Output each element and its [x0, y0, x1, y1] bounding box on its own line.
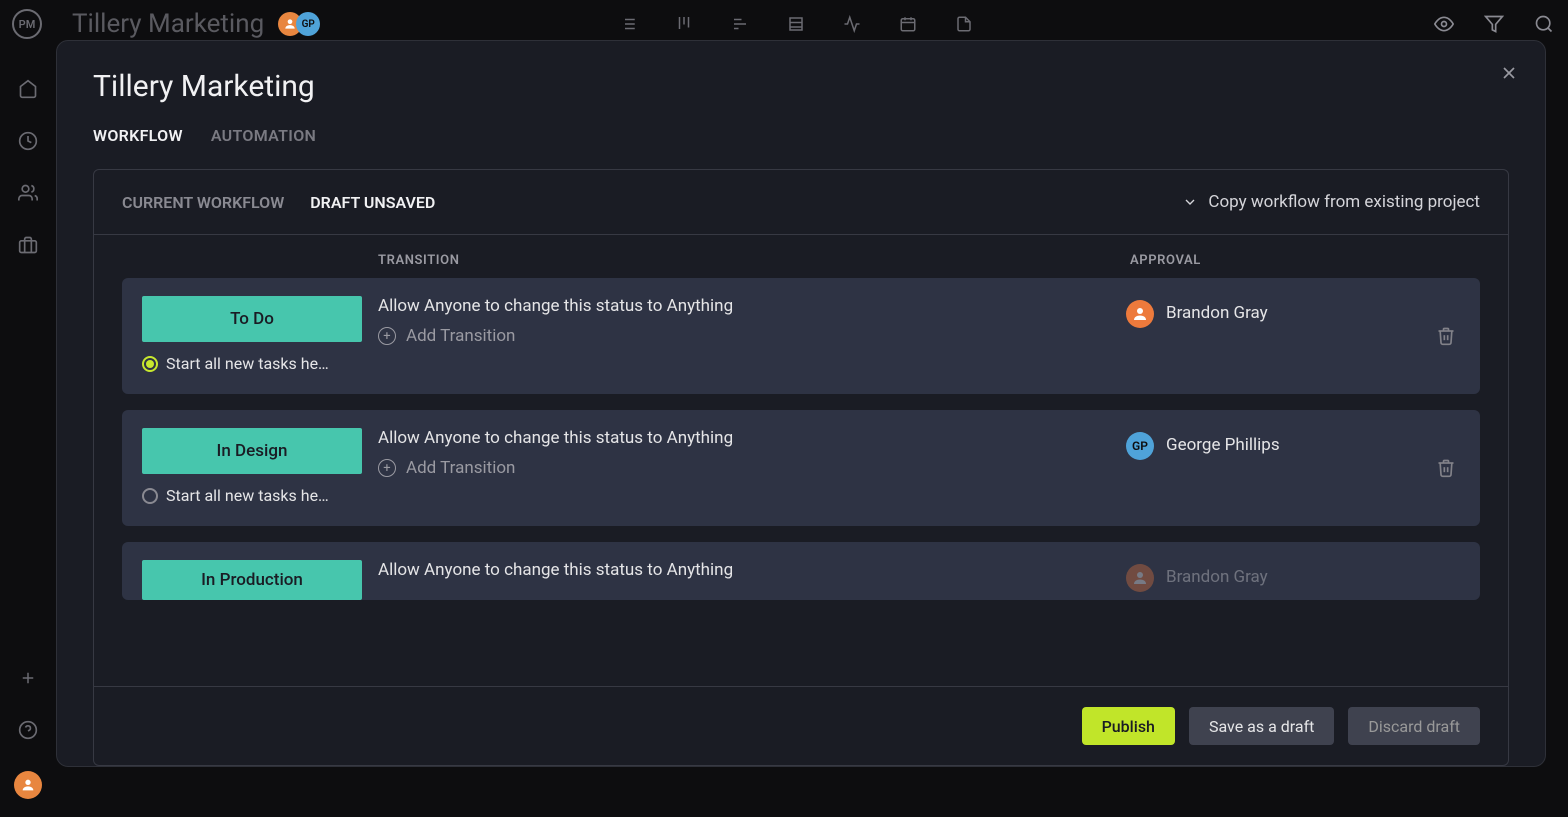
panel-header: CURRENT WORKFLOW DRAFT UNSAVED Copy work… — [94, 170, 1508, 235]
app-logo: PM — [12, 9, 42, 39]
search-icon[interactable] — [1534, 14, 1554, 34]
workflow-panel: CURRENT WORKFLOW DRAFT UNSAVED Copy work… — [93, 169, 1509, 766]
status-pill[interactable]: In Production — [142, 560, 362, 600]
tab-workflow[interactable]: WORKFLOW — [93, 126, 183, 145]
status-column: To Do Start all new tasks he… — [142, 296, 378, 376]
transition-column: Allow Anyone to change this status to An… — [378, 428, 1126, 508]
radio-label: Start all new tasks he… — [166, 354, 329, 373]
trash-icon — [1436, 326, 1456, 346]
tab-automation[interactable]: AUTOMATION — [211, 126, 316, 145]
visibility-icon[interactable] — [1434, 14, 1454, 34]
approver-name: George Phillips — [1166, 432, 1280, 455]
workflow-row: In Production Allow Anyone to change thi… — [122, 542, 1480, 600]
status-pill[interactable]: To Do — [142, 296, 362, 342]
add-icon[interactable] — [17, 667, 39, 689]
delete-row-button[interactable] — [1426, 428, 1466, 508]
modal-tabs: WORKFLOW AUTOMATION — [93, 126, 1509, 145]
workflow-rows: To Do Start all new tasks he… Allow Anyo… — [94, 278, 1508, 686]
transition-column: Allow Anyone to change this status to An… — [378, 296, 1126, 376]
home-icon[interactable] — [17, 78, 39, 100]
save-draft-button[interactable]: Save as a draft — [1189, 707, 1334, 745]
filter-icon[interactable] — [1484, 14, 1504, 34]
left-sidebar — [0, 48, 56, 817]
approver-avatar — [1126, 300, 1154, 328]
chevron-down-icon — [1182, 194, 1198, 210]
add-transition-label: Add Transition — [406, 458, 515, 478]
status-column: In Production — [142, 560, 378, 600]
approver-avatar — [1126, 564, 1154, 592]
copy-workflow-label: Copy workflow from existing project — [1208, 192, 1480, 212]
column-transition: TRANSITION — [378, 253, 1130, 268]
subtab-draft[interactable]: DRAFT UNSAVED — [310, 193, 435, 212]
trash-icon — [1436, 458, 1456, 478]
approval-column: GP George Phillips — [1126, 428, 1426, 508]
copy-workflow-link[interactable]: Copy workflow from existing project — [1182, 192, 1480, 212]
close-button[interactable] — [1499, 63, 1519, 83]
approver-avatar: GP — [1126, 432, 1154, 460]
avatar-user-2: GP — [296, 12, 320, 36]
add-transition-button[interactable]: + Add Transition — [378, 326, 1126, 346]
approval-column: Brandon Gray — [1126, 296, 1426, 376]
current-user-avatar[interactable] — [14, 771, 42, 799]
workflow-row: To Do Start all new tasks he… Allow Anyo… — [122, 278, 1480, 394]
status-pill[interactable]: In Design — [142, 428, 362, 474]
start-tasks-radio[interactable]: Start all new tasks he… — [142, 354, 362, 373]
radio-icon — [142, 488, 158, 504]
radio-icon — [142, 356, 158, 372]
workflow-modal: Tillery Marketing WORKFLOW AUTOMATION CU… — [56, 40, 1546, 767]
recent-icon[interactable] — [17, 130, 39, 152]
plus-circle-icon: + — [378, 459, 396, 477]
delete-row-button[interactable] — [1426, 560, 1466, 600]
approver-name: Brandon Gray — [1166, 300, 1268, 323]
status-column: In Design Start all new tasks he… — [142, 428, 378, 508]
workflow-subtabs: CURRENT WORKFLOW DRAFT UNSAVED — [122, 193, 435, 212]
help-icon[interactable] — [17, 719, 39, 741]
publish-button[interactable]: Publish — [1082, 707, 1175, 745]
transition-column: Allow Anyone to change this status to An… — [378, 560, 1126, 600]
modal-title: Tillery Marketing — [93, 69, 1509, 104]
delete-row-button[interactable] — [1426, 296, 1466, 376]
add-transition-button[interactable]: + Add Transition — [378, 458, 1126, 478]
team-icon[interactable] — [17, 182, 39, 204]
plus-circle-icon: + — [378, 327, 396, 345]
modal-header: Tillery Marketing WORKFLOW AUTOMATION — [57, 69, 1545, 145]
workflow-row: In Design Start all new tasks he… Allow … — [122, 410, 1480, 526]
approver-name: Brandon Gray — [1166, 564, 1268, 587]
app-project-title: Tillery Marketing — [72, 9, 264, 39]
transition-text: Allow Anyone to change this status to An… — [378, 296, 1126, 316]
start-tasks-radio[interactable]: Start all new tasks he… — [142, 486, 362, 505]
column-approval: APPROVAL — [1130, 253, 1430, 268]
transition-text: Allow Anyone to change this status to An… — [378, 560, 1126, 580]
discard-draft-button[interactable]: Discard draft — [1348, 707, 1480, 745]
subtab-current[interactable]: CURRENT WORKFLOW — [122, 193, 284, 212]
add-transition-label: Add Transition — [406, 326, 515, 346]
briefcase-icon[interactable] — [17, 234, 39, 256]
approval-column: Brandon Gray — [1126, 560, 1426, 600]
topbar-avatars[interactable]: GP — [284, 12, 320, 36]
panel-footer: Publish Save as a draft Discard draft — [94, 686, 1508, 765]
transition-text: Allow Anyone to change this status to An… — [378, 428, 1126, 448]
columns-header: TRANSITION APPROVAL — [94, 235, 1508, 278]
radio-label: Start all new tasks he… — [166, 486, 329, 505]
